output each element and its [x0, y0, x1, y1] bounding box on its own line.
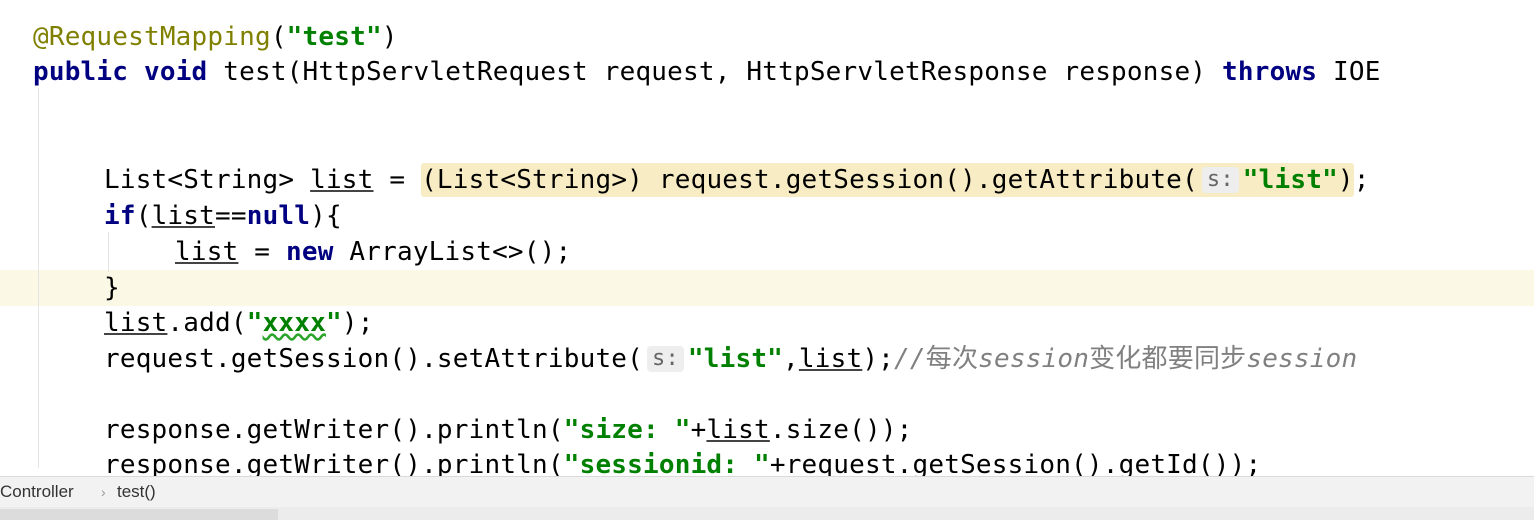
paren-token: (: [270, 22, 287, 52]
string-token: "list": [1242, 165, 1338, 195]
string-token: "sessionid: ": [563, 450, 770, 476]
code-line-annotation[interactable]: @RequestMapping("test"): [33, 19, 398, 55]
bottom-tool-strip: [0, 507, 1534, 520]
current-line-highlight: [0, 270, 1534, 306]
code-editor[interactable]: @RequestMapping("test") public void test…: [0, 0, 1534, 476]
variable-token: list: [151, 201, 215, 231]
keyword-token: throws: [1222, 57, 1318, 87]
string-token: "test": [286, 22, 382, 52]
code-line-new[interactable]: list = new ArrayList<>();: [175, 234, 571, 270]
tool-tab[interactable]: [0, 509, 278, 520]
code-line-declaration[interactable]: List<String> list = (List<String>) reque…: [104, 162, 1370, 198]
type-token: List<String>: [104, 165, 311, 195]
breadcrumb-class[interactable]: Controller: [0, 481, 74, 503]
comment-token: //每次session变化都要同步session: [894, 344, 1358, 374]
signature-text: test(HttpServletRequest request, HttpSer…: [207, 57, 1223, 87]
typo-string: xxxx: [262, 308, 326, 338]
call-text: response.getWriter().println(: [104, 415, 564, 445]
call-text: request.getSession().setAttribute(: [104, 344, 644, 374]
code-line-method-signature[interactable]: public void test(HttpServletRequest requ…: [33, 54, 1381, 90]
code-line-println-size[interactable]: response.getWriter().println("size: "+li…: [104, 412, 913, 448]
code-line-close-brace[interactable]: }: [104, 270, 120, 306]
brace-token: }: [104, 273, 120, 303]
breadcrumb-method[interactable]: test(): [117, 481, 156, 503]
paren-token: ): [381, 22, 398, 52]
variable-token: list: [104, 308, 168, 338]
signature-text: IOE: [1317, 57, 1381, 87]
code-line-add[interactable]: list.add("xxxx");: [104, 305, 374, 341]
string-token: "size: ": [563, 415, 691, 445]
call-text: .size());: [769, 415, 913, 445]
indent-guide: [38, 88, 39, 468]
variable-token: list: [798, 344, 863, 374]
variable-token: list: [310, 165, 374, 195]
keyword-token: if: [104, 201, 136, 231]
call-text: .add(: [167, 308, 247, 338]
expression-text: ArrayList<>();: [333, 237, 572, 267]
string-token: "list": [687, 344, 784, 374]
call-text: +request.getSession().getId());: [769, 450, 1262, 476]
inspection-highlight[interactable]: (List<String>) request.getSession().getA…: [421, 163, 1354, 197]
call-text: response.getWriter().println(: [104, 450, 564, 476]
breadcrumb: Controller › test(): [0, 476, 1534, 507]
annotation-token: @RequestMapping: [33, 22, 271, 52]
variable-token: list: [175, 237, 239, 267]
keyword-token: void: [143, 57, 208, 87]
keyword-token: new: [285, 237, 334, 267]
variable-token: list: [706, 415, 770, 445]
expression-text: (List<String>) request.getSession().getA…: [421, 165, 1198, 195]
indent-guide: [108, 232, 109, 272]
keyword-token: public: [33, 57, 129, 87]
code-line-println-sessionid[interactable]: response.getWriter().println("sessionid:…: [104, 447, 1261, 476]
code-line-if[interactable]: if(list==null){: [104, 198, 342, 234]
operator-token: =: [373, 165, 422, 195]
parameter-hint: s:: [647, 346, 684, 372]
code-line-set-attribute[interactable]: request.getSession().setAttribute(s: "lis…: [104, 341, 1357, 377]
chevron-right-icon: ›: [101, 484, 106, 500]
string-token: "xxxx": [246, 308, 342, 338]
parameter-hint: s:: [1201, 167, 1239, 193]
keyword-token: null: [246, 201, 311, 231]
